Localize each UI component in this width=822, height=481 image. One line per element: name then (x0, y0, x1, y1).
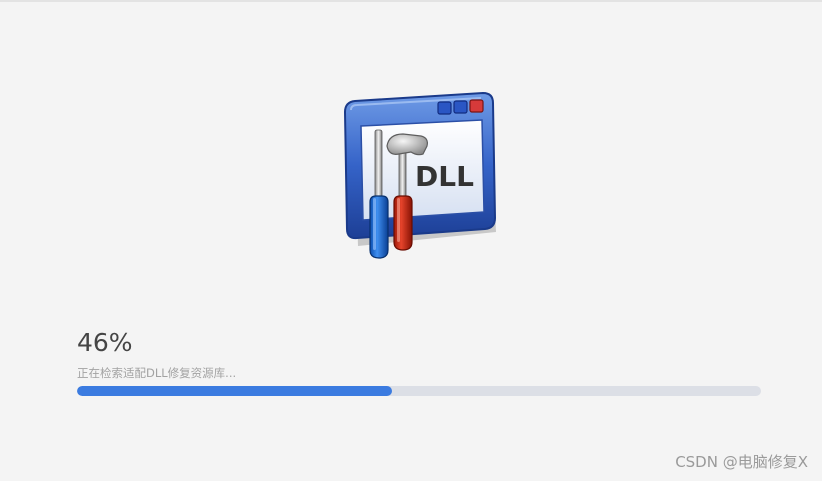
top-border (0, 0, 822, 2)
watermark: CSDN @电脑修复X (675, 453, 808, 471)
dll-text: DLL (415, 160, 474, 193)
dll-repair-tool-icon: DLL (337, 90, 501, 266)
progress-bar (77, 386, 761, 396)
progress-percent: 46% (77, 328, 133, 357)
progress-status-text: 正在检索适配DLL修复资源库... (77, 366, 237, 380)
progress-fill (77, 386, 392, 396)
